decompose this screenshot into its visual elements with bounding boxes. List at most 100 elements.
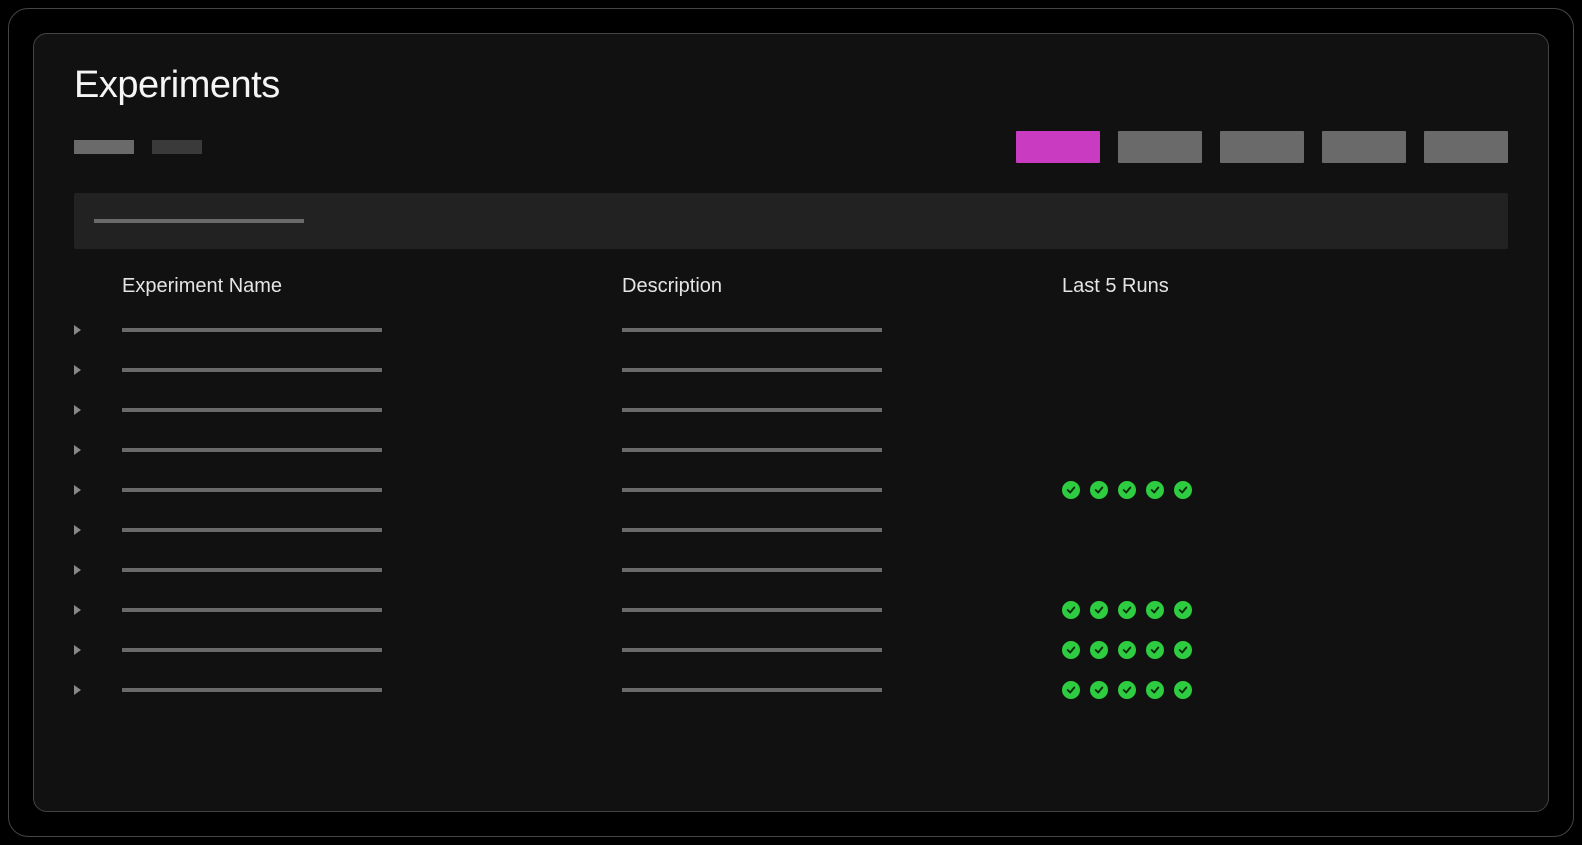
action-button-4[interactable]: [1322, 131, 1406, 163]
column-header-name: Experiment Name: [122, 275, 622, 298]
table-row[interactable]: [74, 362, 1508, 378]
experiment-name-skeleton: [122, 608, 382, 612]
run-status-success-icon: [1090, 681, 1108, 699]
table-row[interactable]: [74, 682, 1508, 698]
expand-toggle[interactable]: [74, 445, 122, 455]
caret-right-icon: [74, 605, 81, 615]
experiment-name-skeleton: [122, 448, 382, 452]
filter-chip-2[interactable]: [152, 140, 202, 154]
experiment-name-skeleton: [122, 688, 382, 692]
experiment-name-skeleton: [122, 648, 382, 652]
action-button-2[interactable]: [1118, 131, 1202, 163]
experiment-name-cell: [122, 648, 622, 652]
table-row[interactable]: [74, 602, 1508, 618]
run-status-success-icon: [1146, 681, 1164, 699]
experiment-description-skeleton: [622, 368, 882, 372]
run-status-success-icon: [1090, 641, 1108, 659]
run-status-success-icon: [1062, 481, 1080, 499]
expand-toggle[interactable]: [74, 525, 122, 535]
run-status-success-icon: [1090, 481, 1108, 499]
caret-right-icon: [74, 525, 81, 535]
experiment-name-skeleton: [122, 528, 382, 532]
caret-right-icon: [74, 485, 81, 495]
experiment-description-cell: [622, 448, 1062, 452]
caret-right-icon: [74, 365, 81, 375]
experiment-description-cell: [622, 408, 1062, 412]
experiment-description-skeleton: [622, 648, 882, 652]
filter-chip-1[interactable]: [74, 140, 134, 154]
expand-toggle[interactable]: [74, 365, 122, 375]
caret-right-icon: [74, 685, 81, 695]
experiment-description-cell: [622, 528, 1062, 532]
experiment-description-skeleton: [622, 448, 882, 452]
run-status-success-icon: [1174, 641, 1192, 659]
run-status-success-icon: [1146, 481, 1164, 499]
last-runs-cell: [1062, 641, 1508, 659]
action-button-3[interactable]: [1220, 131, 1304, 163]
search-placeholder-skeleton: [94, 219, 304, 223]
caret-right-icon: [74, 445, 81, 455]
experiment-description-skeleton: [622, 408, 882, 412]
search-input[interactable]: [74, 193, 1508, 249]
experiment-description-cell: [622, 328, 1062, 332]
action-button-5[interactable]: [1424, 131, 1508, 163]
experiment-description-cell: [622, 488, 1062, 492]
experiment-description-cell: [622, 608, 1062, 612]
action-button-1[interactable]: [1016, 131, 1100, 163]
experiment-name-cell: [122, 528, 622, 532]
run-status-success-icon: [1174, 481, 1192, 499]
column-header-description: Description: [622, 275, 1062, 298]
expand-toggle[interactable]: [74, 605, 122, 615]
experiment-name-cell: [122, 368, 622, 372]
run-status-success-icon: [1062, 681, 1080, 699]
expand-toggle[interactable]: [74, 565, 122, 575]
table-row[interactable]: [74, 522, 1508, 538]
last-runs-cell: [1062, 681, 1508, 699]
last-runs-cell: [1062, 481, 1508, 499]
toolbar: [74, 131, 1508, 163]
experiments-table-body: [74, 322, 1508, 698]
table-row[interactable]: [74, 322, 1508, 338]
run-status-success-icon: [1118, 681, 1136, 699]
experiment-description-cell: [622, 648, 1062, 652]
table-row[interactable]: [74, 442, 1508, 458]
run-status-success-icon: [1174, 601, 1192, 619]
expand-toggle[interactable]: [74, 325, 122, 335]
experiment-description-skeleton: [622, 688, 882, 692]
table-row[interactable]: [74, 482, 1508, 498]
column-header-last-runs: Last 5 Runs: [1062, 275, 1508, 298]
table-row[interactable]: [74, 642, 1508, 658]
caret-right-icon: [74, 645, 81, 655]
experiment-description-skeleton: [622, 568, 882, 572]
run-status-success-icon: [1062, 601, 1080, 619]
experiment-name-skeleton: [122, 568, 382, 572]
caret-right-icon: [74, 405, 81, 415]
experiment-description-cell: [622, 368, 1062, 372]
experiment-name-skeleton: [122, 328, 382, 332]
experiment-name-skeleton: [122, 408, 382, 412]
experiment-name-cell: [122, 688, 622, 692]
experiment-name-cell: [122, 408, 622, 412]
experiment-description-skeleton: [622, 528, 882, 532]
expand-toggle[interactable]: [74, 685, 122, 695]
expand-toggle[interactable]: [74, 485, 122, 495]
expand-toggle[interactable]: [74, 405, 122, 415]
table-header: Experiment Name Description Last 5 Runs: [74, 275, 1508, 322]
outer-frame: Experiments Experiment Name Description …: [8, 8, 1574, 837]
table-row[interactable]: [74, 562, 1508, 578]
app-window: Experiments Experiment Name Description …: [33, 33, 1549, 812]
experiment-name-cell: [122, 488, 622, 492]
run-status-success-icon: [1174, 681, 1192, 699]
experiment-name-skeleton: [122, 488, 382, 492]
expand-toggle[interactable]: [74, 645, 122, 655]
table-row[interactable]: [74, 402, 1508, 418]
filter-chips: [74, 140, 202, 154]
experiment-name-cell: [122, 608, 622, 612]
run-status-success-icon: [1118, 481, 1136, 499]
experiment-name-cell: [122, 568, 622, 572]
page-title: Experiments: [74, 64, 1508, 107]
run-status-success-icon: [1090, 601, 1108, 619]
experiment-description-skeleton: [622, 328, 882, 332]
run-status-success-icon: [1118, 601, 1136, 619]
run-status-success-icon: [1146, 641, 1164, 659]
